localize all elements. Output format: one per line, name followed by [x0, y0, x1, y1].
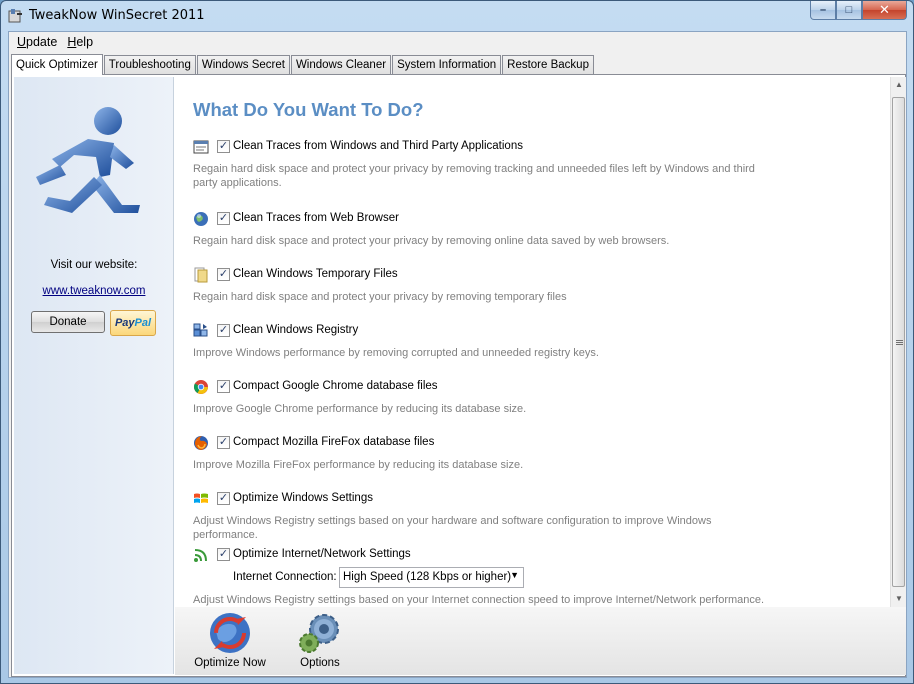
bottom-toolbar: Optimize Now Options [175, 607, 906, 675]
option-label: Clean Traces from Windows and Third Part… [233, 140, 523, 152]
option-checkbox[interactable]: ✓ [217, 548, 230, 561]
menu-bar: Update Help [9, 32, 906, 52]
option-checkbox[interactable]: ✓ [217, 380, 230, 393]
option-description: Adjust Windows Registry settings based o… [193, 594, 765, 606]
app-icon [8, 9, 22, 23]
tab-windows-secret[interactable]: Windows Secret [196, 55, 290, 74]
close-button[interactable]: ✕ [862, 1, 907, 20]
paypal-button[interactable]: Pay Pal [110, 310, 156, 336]
tab-windows-cleaner[interactable]: Windows Cleaner [290, 55, 392, 74]
globe-icon [194, 212, 208, 226]
scrollbar-thumb[interactable] [892, 97, 905, 587]
menu-update-mnemonic: U [17, 35, 27, 49]
option-description: Adjust Windows Registry settings based o… [193, 515, 712, 541]
option-description: Regain hard disk space and protect your … [193, 163, 755, 189]
registry-icon [193, 323, 208, 337]
optimize-now-icon [210, 613, 250, 653]
maximize-button[interactable]: □ [836, 1, 862, 20]
sidebar: Visit our website: www.tweaknow.com Dona… [14, 77, 174, 674]
option-label: Optimize Windows Settings [233, 492, 373, 504]
title-bar[interactable]: TweakNow WinSecret 2011 – □ ✕ [1, 1, 913, 31]
option-label: Clean Traces from Web Browser [233, 212, 399, 224]
scroll-down-arrow-icon[interactable]: ▼ [891, 591, 907, 607]
internet-connection-select[interactable]: High Speed (128 Kbps or higher) ▼ [339, 567, 524, 588]
app-window: TweakNow WinSecret 2011 – □ ✕ Update Hel… [0, 0, 914, 684]
option-checkbox[interactable]: ✓ [217, 492, 230, 505]
option-description: Regain hard disk space and protect your … [193, 291, 567, 303]
option-description: Improve Windows performance by removing … [193, 347, 599, 359]
internet-connection-value: High Speed (128 Kbps or higher) [343, 571, 512, 583]
option-label: Compact Google Chrome database files [233, 380, 438, 392]
options-list: What Do You Want To Do? ✓ Clean Traces f… [175, 77, 890, 607]
option-checkbox[interactable]: ✓ [217, 268, 230, 281]
donate-button[interactable]: Donate [31, 311, 105, 333]
menu-help[interactable]: Help [62, 35, 98, 49]
folder-icon [194, 267, 208, 283]
tab-quick-optimizer[interactable]: Quick Optimizer [11, 54, 103, 75]
option-checkbox[interactable]: ✓ [217, 324, 230, 337]
option-description: Improve Mozilla FireFox performance by r… [193, 459, 524, 471]
internet-connection-label: Internet Connection: [233, 571, 337, 583]
menu-help-rest: elp [76, 35, 94, 49]
menu-help-mnemonic: H [67, 35, 77, 49]
tab-troubleshooting[interactable]: Troubleshooting [103, 55, 196, 74]
optimize-now-button[interactable]: Optimize Now [185, 609, 275, 669]
option-checkbox[interactable]: ✓ [217, 140, 230, 153]
option-label: Optimize Internet/Network Settings [233, 548, 411, 560]
client-area: Update Help Quick Optimizer Troubleshoot… [8, 31, 907, 678]
option-label: Compact Mozilla FireFox database files [233, 436, 435, 448]
windows-logo-icon [194, 493, 208, 503]
paypal-pal-text: Pal [134, 317, 152, 329]
menu-update-rest: pdate [26, 35, 58, 49]
minimize-button[interactable]: – [810, 1, 836, 20]
network-icon [194, 549, 207, 562]
option-checkbox[interactable]: ✓ [217, 436, 230, 449]
chevron-down-icon: ▼ [510, 570, 519, 580]
window-title: TweakNow WinSecret 2011 [29, 8, 205, 23]
paypal-pay-text: Pay [114, 317, 135, 329]
optimize-now-label: Optimize Now [194, 657, 266, 669]
option-checkbox[interactable]: ✓ [217, 212, 230, 225]
option-label: Clean Windows Temporary Files [233, 268, 398, 280]
option-description: Improve Google Chrome performance by red… [193, 403, 527, 415]
options-button[interactable]: Options [285, 609, 355, 669]
scroll-up-arrow-icon[interactable]: ▲ [891, 77, 907, 93]
visit-website-label: Visit our website: [50, 259, 138, 271]
firefox-icon [194, 436, 208, 450]
menu-update[interactable]: Update [12, 35, 62, 49]
option-description: Regain hard disk space and protect your … [193, 235, 670, 247]
window-icon [193, 140, 209, 154]
tab-system-information[interactable]: System Information [392, 55, 502, 74]
option-label: Clean Windows Registry [233, 324, 359, 336]
options-label: Options [300, 657, 340, 669]
running-man-logo-icon [36, 107, 140, 213]
page-title: What Do You Want To Do? [193, 99, 424, 120]
website-link[interactable]: www.tweaknow.com [14, 285, 174, 297]
quick-optimizer-panel: Visit our website: www.tweaknow.com Dona… [11, 74, 906, 677]
grip-icon [896, 340, 903, 346]
content-scrollbar[interactable]: ▲ ▼ [890, 77, 906, 607]
tab-strip: Quick Optimizer Troubleshooting Windows … [11, 53, 595, 75]
tab-restore-backup[interactable]: Restore Backup [502, 55, 594, 74]
chrome-icon [193, 380, 208, 394]
gear-icon [299, 614, 339, 653]
